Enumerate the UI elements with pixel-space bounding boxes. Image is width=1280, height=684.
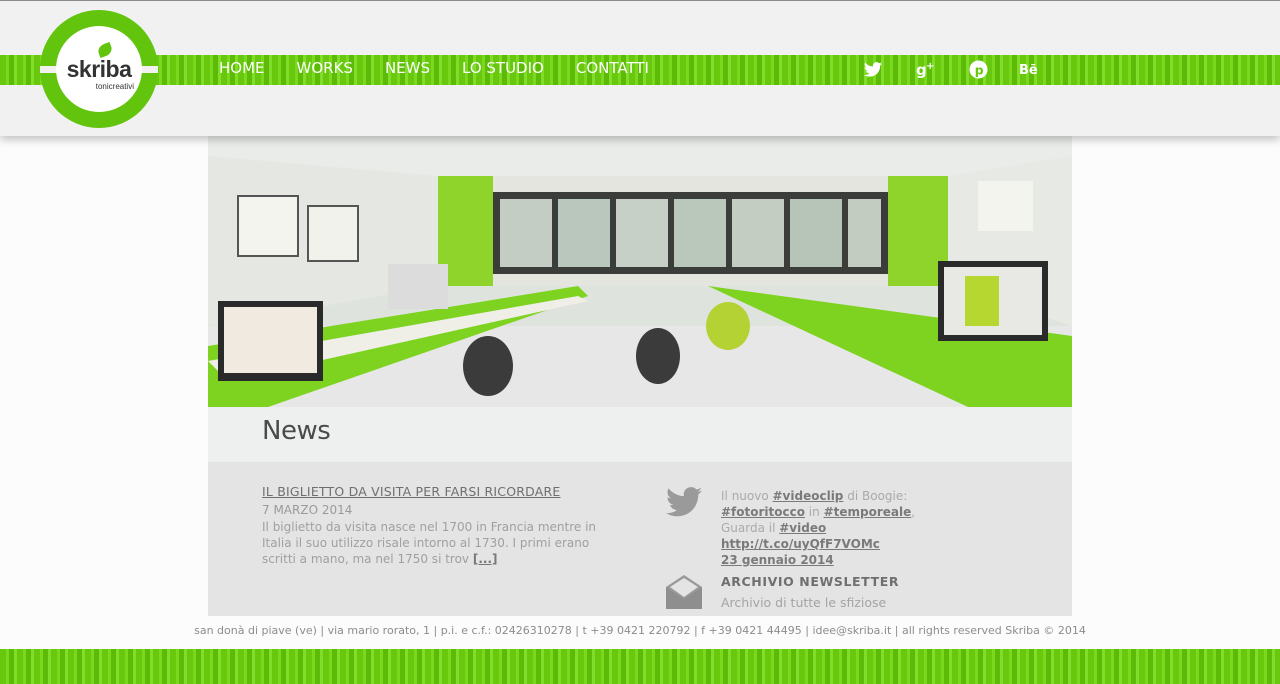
main-nav: HOME WORKS NEWS LO STUDIO CONTATTI <box>203 54 665 84</box>
read-more-link[interactable]: [...] <box>473 552 498 566</box>
logo-tagline: tonicreativi <box>95 82 134 91</box>
tweet-text-1: Il nuovo <box>721 489 773 503</box>
newsletter-subtitle: Archivio di tutte le sfiziose <box>721 595 887 610</box>
nav-home[interactable]: HOME <box>203 54 281 84</box>
nav-works[interactable]: WORKS <box>281 54 369 84</box>
google-plus-icon[interactable]: g + <box>899 54 951 84</box>
envelope-icon <box>666 575 702 613</box>
hashtag-video[interactable]: #video <box>779 521 826 535</box>
page-title-bar: News <box>208 407 1072 462</box>
nav-news[interactable]: NEWS <box>369 54 446 84</box>
page-title: News <box>262 416 331 446</box>
behance-icon[interactable]: Bē <box>1004 54 1056 84</box>
news-content: IL BIGLIETTO DA VISITA PER FARSI RICORDA… <box>208 462 1072 616</box>
post-date: 7 MARZO 2014 <box>262 503 353 517</box>
footer-stripe <box>0 649 1280 684</box>
hashtag-videoclip[interactable]: #videoclip <box>773 489 844 503</box>
nav-contatti[interactable]: CONTATTI <box>560 54 665 84</box>
logo[interactable]: skriba tonicreativi <box>40 10 158 128</box>
office-photo <box>208 136 1072 407</box>
logo-text: skriba <box>66 56 132 82</box>
logo-notch-right <box>140 66 158 73</box>
tweet-date[interactable]: 23 gennaio 2014 <box>721 552 961 568</box>
svg-text:p: p <box>974 63 983 77</box>
latest-tweet: Il nuovo #videoclip di Boogie: #fotorito… <box>721 488 961 568</box>
footer-info: san donà di piave (ve) | via mario rorat… <box>194 624 1086 637</box>
twitter-bird-icon <box>666 487 702 521</box>
twitter-icon[interactable] <box>847 54 899 84</box>
post-excerpt: Il biglietto da visita nasce nel 1700 in… <box>262 519 612 567</box>
tweet-text-3: in <box>804 505 824 519</box>
nav-lo-studio[interactable]: LO STUDIO <box>446 54 560 84</box>
newsletter-title[interactable]: ARCHIVIO NEWSLETTER <box>721 574 899 589</box>
tweet-link[interactable]: http://t.co/uyQfF7VOMc <box>721 537 880 551</box>
svg-text:+: + <box>926 61 934 72</box>
svg-text:Bē: Bē <box>1019 63 1038 77</box>
tweet-text-2: di Boogie: <box>843 489 908 503</box>
post-title-link[interactable]: IL BIGLIETTO DA VISITA PER FARSI RICORDA… <box>262 484 561 499</box>
logo-inner: skriba tonicreativi <box>56 26 142 112</box>
pinterest-icon[interactable]: p <box>952 54 1004 84</box>
hashtag-temporeale[interactable]: #temporeale <box>824 505 912 519</box>
hashtag-fotoritocco[interactable]: #fotoritocco <box>721 505 805 519</box>
office-photo-illustration <box>208 136 1072 407</box>
post-excerpt-text: Il biglietto da visita nasce nel 1700 in… <box>262 520 597 566</box>
